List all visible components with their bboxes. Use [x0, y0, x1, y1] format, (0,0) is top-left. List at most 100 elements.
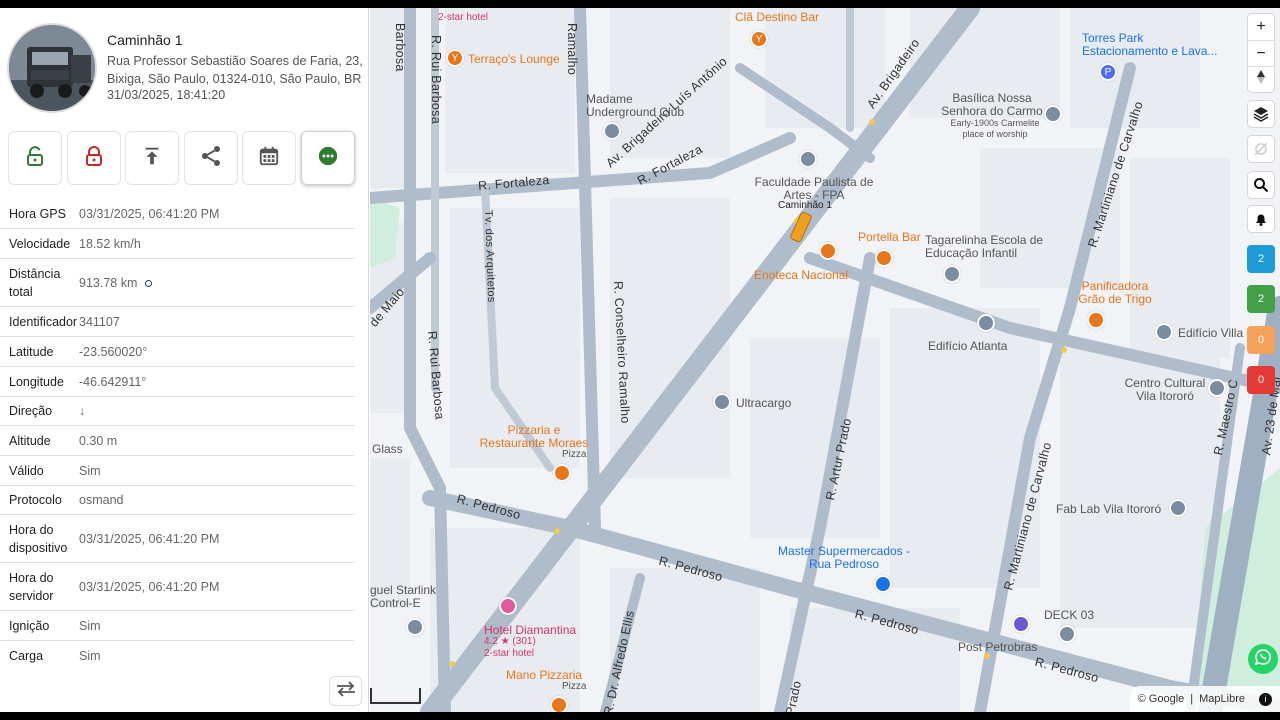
map-attribution: © Google | MapLibre i — [1129, 686, 1280, 712]
attr-row-longitude: Longitude -46.642911° — [0, 367, 355, 397]
building-pin-icon[interactable] — [1155, 323, 1173, 341]
map-view[interactable]: Y Y P Av. Brigadeiro Luís Antônio Av. Br… — [370, 8, 1280, 712]
building-pin-icon[interactable] — [977, 314, 995, 332]
poi-label[interactable]: Tagarelinha Escola de Educação Infantil — [925, 234, 1045, 260]
bar-pin-icon[interactable]: Y — [446, 49, 464, 67]
attr-row-device-time: Hora do dispositivo 03/31/2025, 06:41:20… — [0, 515, 355, 563]
attr-row-valid: Válido Sim — [0, 456, 355, 486]
swap-button[interactable] — [329, 676, 362, 706]
info-icon[interactable]: i — [1259, 692, 1272, 706]
poi-label[interactable]: Enoteca Nacional — [754, 268, 848, 282]
calendar-icon — [258, 145, 280, 172]
venue-pin-icon[interactable] — [603, 122, 621, 140]
attr-row-latitude: Latitude -23.560020° — [0, 337, 355, 367]
search-button[interactable] — [1248, 172, 1274, 198]
lock-button[interactable] — [67, 131, 121, 185]
device-name: Caminhão 1 — [107, 32, 183, 48]
status-count-badge[interactable]: 2 — [1247, 245, 1275, 273]
layers-icon — [1248, 101, 1274, 127]
poi-label[interactable]: DECK 03 — [1044, 608, 1094, 622]
hotel-pin-icon[interactable] — [499, 597, 517, 615]
poi-label[interactable]: Madame Underground Club — [586, 93, 696, 119]
poi-label[interactable]: Portella Bar — [858, 230, 921, 244]
attr-row-altitude: Altitude 0.30 m — [0, 426, 355, 456]
upload-button[interactable] — [125, 131, 179, 185]
poi-label[interactable]: Edifício Atlanta — [928, 339, 1007, 353]
zoom-out-button[interactable]: − — [1248, 40, 1274, 66]
wine-pin-icon[interactable] — [819, 242, 837, 260]
poi-label[interactable]: Faculdade Paulista de Artes - FPA — [754, 176, 874, 202]
parking-pin-icon[interactable]: P — [1099, 63, 1117, 81]
device-info-panel: Caminhão 1 Rua Professor Sebastião Soare… — [0, 8, 369, 712]
whatsapp-button[interactable] — [1248, 644, 1278, 674]
whatsapp-icon — [1254, 648, 1272, 671]
zoom-in-button[interactable]: + — [1248, 14, 1274, 40]
poi-label[interactable]: Post Petrobras — [958, 640, 1037, 654]
cart-pin-icon[interactable] — [874, 575, 892, 593]
school-pin-icon[interactable] — [799, 150, 817, 168]
company-pin-icon[interactable] — [406, 618, 424, 636]
poi-label[interactable]: Edifício Villa — [1178, 326, 1243, 340]
poi-label[interactable]: guel Starlink Control-E — [370, 584, 446, 610]
pizza-pin-icon[interactable] — [553, 464, 571, 482]
attr-row-direction: Direção ↓ — [0, 397, 355, 426]
deck-pin-icon[interactable] — [1058, 625, 1076, 643]
unlock-icon — [23, 144, 47, 173]
poi-label[interactable]: 4.2 ★ (301) — [484, 636, 536, 647]
poi-label[interactable]: Clã Destino Bar — [735, 10, 819, 24]
search-icon — [1248, 172, 1274, 198]
attr-row-server-time: Hora do servidor 03/31/2025, 06:41:20 PM — [0, 563, 355, 611]
geofence-toggle-button[interactable] — [1248, 136, 1274, 162]
device-timestamp: 31/03/2025, 18:41:20 — [107, 88, 226, 102]
unlock-button[interactable] — [8, 131, 62, 185]
poi-label[interactable]: Master Supermercados - Rua Pedroso — [774, 545, 914, 571]
poi-label[interactable]: Mano Pizzaria — [506, 668, 582, 682]
poi-label[interactable]: Hotel Diamantina — [484, 623, 576, 637]
attr-row-total-distance: Distância total 913.78 km — [0, 259, 355, 307]
poi-label[interactable]: Pizzaria e Restaurante Moraes — [474, 424, 594, 450]
poi-label[interactable]: 2-star hotel — [438, 12, 488, 23]
poi-label[interactable]: Early-1900s Carmelite place of worship — [950, 118, 1040, 140]
more-button[interactable] — [301, 131, 355, 185]
share-icon — [199, 144, 223, 173]
attr-row-protocol: Protocolo osmand — [0, 486, 355, 515]
status-count-badge[interactable]: 0 — [1247, 326, 1275, 354]
status-count-badge[interactable]: 0 — [1247, 366, 1275, 394]
lock-icon — [82, 144, 106, 173]
status-count-badge[interactable]: 2 — [1247, 285, 1275, 313]
poi-label[interactable]: Panificadora Grão de Trigo — [1070, 280, 1160, 306]
notifications-button[interactable] — [1248, 206, 1274, 232]
calendar-button[interactable] — [242, 131, 296, 185]
poi-label[interactable]: Fab Lab Vila Itororó — [1056, 502, 1161, 516]
poi-label[interactable]: Glass — [372, 442, 403, 456]
poi-label[interactable]: Pizza — [562, 681, 586, 692]
poi-label[interactable]: Pizza — [562, 449, 586, 460]
poi-label[interactable]: Ultracargo — [736, 396, 791, 410]
layers-button[interactable] — [1248, 101, 1274, 127]
attributes-table: Hora GPS 03/31/2025, 06:41:20 PM Velocid… — [0, 200, 355, 671]
maplibre-attribution[interactable]: MapLibre — [1199, 693, 1245, 705]
bar-pin-icon[interactable]: Y — [750, 30, 768, 48]
restaurant-pin-icon[interactable] — [875, 249, 893, 267]
share-button[interactable] — [184, 131, 238, 185]
upload-icon — [141, 145, 163, 172]
bakery-pin-icon[interactable] — [1087, 311, 1105, 329]
info-icon[interactable] — [145, 279, 153, 287]
avatar — [7, 23, 97, 113]
poi-label[interactable]: Basílica Nossa Senhora do Carmo — [936, 92, 1048, 118]
poi-label[interactable]: 2-star hotel — [484, 648, 534, 659]
app-window: Caminhão 1 Rua Professor Sebastião Soare… — [0, 8, 1280, 712]
compass-button[interactable] — [1248, 66, 1274, 92]
bell-icon — [1248, 206, 1274, 232]
pub-pin-icon[interactable] — [1012, 615, 1030, 633]
lab-pin-icon[interactable] — [1169, 499, 1187, 517]
school-pin-icon[interactable] — [943, 265, 961, 283]
scale-bar — [370, 688, 421, 704]
pizza-pin-icon[interactable] — [550, 696, 568, 712]
poi-label[interactable]: Torres Park Estacionamento e Lava... — [1082, 32, 1222, 58]
poi-label[interactable]: Terraço's Lounge — [468, 52, 560, 66]
street-label: Ramalho — [565, 23, 579, 76]
google-attribution[interactable]: © Google — [1138, 693, 1185, 705]
poi-label[interactable]: Centro Cultural Vila Itororó — [1120, 377, 1210, 403]
company-pin-icon[interactable] — [713, 393, 731, 411]
